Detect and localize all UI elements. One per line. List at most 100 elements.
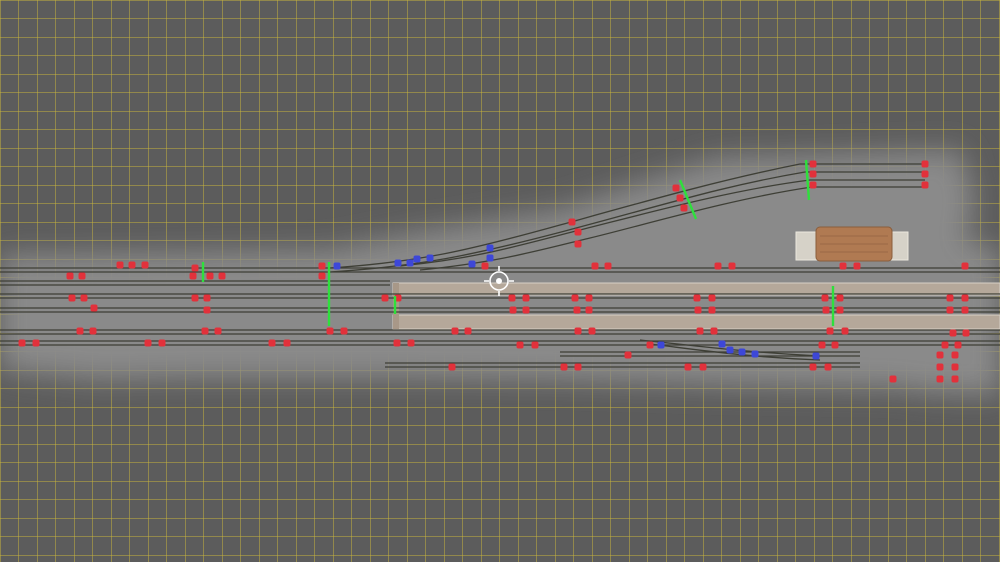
track-marker-blue[interactable] [726,346,734,354]
track-marker-red[interactable] [89,327,97,335]
track-marker-red[interactable] [591,262,599,270]
track-marker-blue[interactable] [333,262,341,270]
track-marker-blue[interactable] [738,348,746,356]
track-marker-red[interactable] [68,294,76,302]
track-marker-red[interactable] [522,294,530,302]
track-marker-red[interactable] [961,294,969,302]
track-marker-red[interactable] [18,339,26,347]
track-marker-blue[interactable] [486,244,494,252]
track-marker-red[interactable] [822,306,830,314]
track-marker-blue[interactable] [406,259,414,267]
track-marker-red[interactable] [218,272,226,280]
track-marker-red[interactable] [949,329,957,337]
track-marker-red[interactable] [604,262,612,270]
track-marker-blue[interactable] [468,260,476,268]
track-marker-red[interactable] [574,240,582,248]
track-marker-blue[interactable] [394,259,402,267]
track-marker-red[interactable] [676,194,684,202]
track-marker-red[interactable] [962,329,970,337]
track-marker-red[interactable] [571,294,579,302]
track-marker-red[interactable] [116,261,124,269]
track-marker-red[interactable] [448,363,456,371]
track-marker-red[interactable] [951,351,959,359]
track-marker-red[interactable] [78,272,86,280]
track-marker-red[interactable] [951,363,959,371]
track-marker-red[interactable] [954,341,962,349]
track-marker-red[interactable] [158,339,166,347]
track-marker-red[interactable] [326,327,334,335]
track-marker-red[interactable] [318,262,326,270]
track-marker-red[interactable] [340,327,348,335]
track-marker-blue[interactable] [657,341,665,349]
track-marker-red[interactable] [189,272,197,280]
track-marker-red[interactable] [841,327,849,335]
track-marker-red[interactable] [809,170,817,178]
track-marker-red[interactable] [694,306,702,314]
track-marker-red[interactable] [574,327,582,335]
track-marker-blue[interactable] [812,352,820,360]
track-marker-red[interactable] [128,261,136,269]
track-marker-red[interactable] [516,341,524,349]
track-marker-red[interactable] [268,339,276,347]
track-marker-red[interactable] [574,228,582,236]
track-marker-blue[interactable] [413,255,421,263]
track-marker-red[interactable] [818,341,826,349]
track-marker-red[interactable] [201,327,209,335]
track-marker-red[interactable] [206,272,214,280]
track-marker-red[interactable] [826,327,834,335]
track-marker-red[interactable] [588,327,596,335]
track-marker-red[interactable] [80,294,88,302]
track-marker-red[interactable] [708,306,716,314]
track-marker-red[interactable] [946,306,954,314]
track-marker-red[interactable] [508,294,516,302]
track-marker-red[interactable] [451,327,459,335]
track-marker-red[interactable] [809,160,817,168]
track-marker-blue[interactable] [751,350,759,358]
track-marker-red[interactable] [921,160,929,168]
track-marker-red[interactable] [921,170,929,178]
track-marker-blue[interactable] [718,340,726,348]
track-marker-red[interactable] [203,294,211,302]
track-marker-red[interactable] [831,341,839,349]
track-marker-red[interactable] [144,339,152,347]
track-marker-red[interactable] [809,363,817,371]
track-marker-red[interactable] [699,363,707,371]
track-marker-red[interactable] [684,363,692,371]
railway-editor-scene[interactable] [0,0,1000,562]
track-marker-red[interactable] [696,327,704,335]
track-marker-red[interactable] [921,181,929,189]
track-marker-red[interactable] [646,341,654,349]
track-marker-red[interactable] [407,339,415,347]
track-marker-red[interactable] [585,294,593,302]
track-marker-red[interactable] [714,262,722,270]
track-marker-red[interactable] [936,375,944,383]
track-marker-red[interactable] [32,339,40,347]
track-marker-blue[interactable] [426,254,434,262]
track-marker-red[interactable] [573,306,581,314]
track-marker-red[interactable] [853,262,861,270]
track-marker-red[interactable] [393,339,401,347]
track-marker-red[interactable] [90,304,98,312]
game-viewport[interactable] [0,0,1000,562]
track-marker-red[interactable] [680,204,688,212]
track-marker-red[interactable] [214,327,222,335]
track-marker-red[interactable] [203,306,211,314]
track-marker-red[interactable] [941,341,949,349]
track-marker-blue[interactable] [486,254,494,262]
track-marker-red[interactable] [946,294,954,302]
track-marker-red[interactable] [624,351,632,359]
track-marker-red[interactable] [141,261,149,269]
track-marker-red[interactable] [710,327,718,335]
platform-upper[interactable] [392,282,1000,296]
track-marker-red[interactable] [283,339,291,347]
track-marker-red[interactable] [66,272,74,280]
track-marker-red[interactable] [568,218,576,226]
track-marker-red[interactable] [585,306,593,314]
track-marker-red[interactable] [191,294,199,302]
track-marker-red[interactable] [824,363,832,371]
track-marker-red[interactable] [821,294,829,302]
track-marker-red[interactable] [481,262,489,270]
track-marker-red[interactable] [574,363,582,371]
track-marker-red[interactable] [889,375,897,383]
track-marker-red[interactable] [381,294,389,302]
